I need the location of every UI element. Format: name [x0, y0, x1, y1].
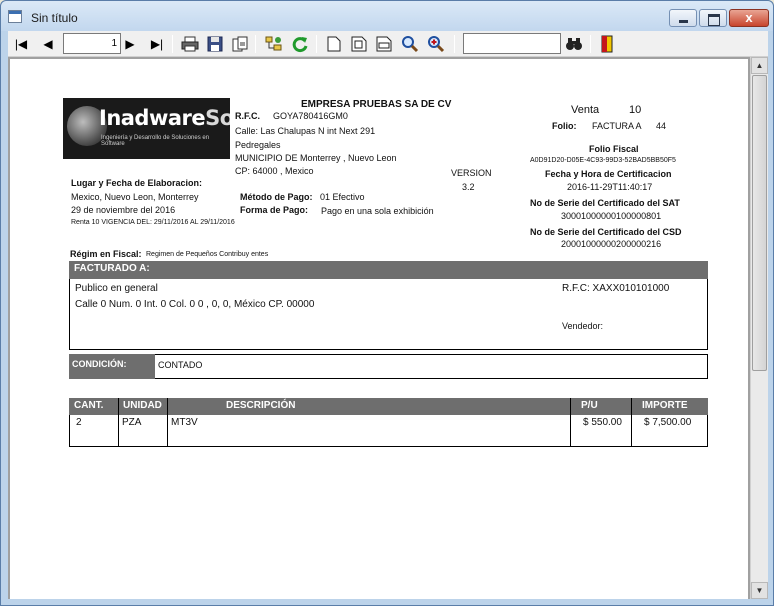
fiscal-folio-value: A0D91D20-D05E-4C93-99D3-52BAD5BB50F5 — [530, 157, 676, 164]
cert-date-value: 2016-11-29T11:40:17 — [567, 182, 653, 192]
binoculars-icon[interactable] — [564, 34, 584, 54]
seller-label: Vendedor: — [562, 321, 604, 331]
csd-serial-value: 20001000000200000216 — [561, 239, 662, 249]
street-address: Calle: Las Chalupas N int Next 291 — [235, 126, 376, 136]
condition-label: CONDICIÓN: — [69, 354, 155, 379]
row-unit-price: $ 550.00 — [583, 417, 622, 428]
minimize-button[interactable] — [669, 9, 697, 27]
fiscal-folio-label: Folio Fiscal — [589, 144, 639, 154]
company-name: EMPRESA PRUEBAS SA DE CV — [301, 99, 452, 110]
regime-label: Régim en Fiscal: — [70, 249, 142, 259]
first-page-icon[interactable]: |◀ — [11, 34, 31, 54]
municipality: MUNICIPIO DE Monterrey , Nuevo Leon — [235, 153, 397, 163]
page-width-icon[interactable] — [374, 34, 394, 54]
report-viewer-window: Sin título x |◀ ◀ 1 ▶ ▶| InadwareSo Inge… — [0, 0, 774, 606]
printer-icon[interactable] — [180, 34, 200, 54]
close-button[interactable]: x — [729, 9, 769, 27]
condition-value: CONTADO — [158, 360, 203, 370]
sale-label: Venta — [571, 104, 600, 116]
title-bar[interactable]: Sin título x — [1, 1, 773, 31]
maximize-button[interactable] — [699, 9, 727, 27]
row-description: MT3V — [171, 417, 198, 428]
invoice-page: InadwareSoft Ingeniería y Desarrollo de … — [10, 59, 748, 599]
single-page-icon[interactable] — [324, 34, 344, 54]
search-text-input[interactable] — [463, 33, 561, 54]
scroll-down-icon[interactable]: ▼ — [751, 582, 768, 599]
page-number-input[interactable]: 1 — [63, 33, 121, 54]
report-view-area: InadwareSoft Ingeniería y Desarrollo de … — [8, 57, 768, 599]
export-icon[interactable] — [230, 34, 250, 54]
row-unit: PZA — [122, 417, 142, 428]
folio-label: Folio: — [552, 121, 577, 131]
payment-method-value: 01 Efectivo — [320, 192, 365, 202]
refresh-icon[interactable] — [290, 34, 310, 54]
version-value: 3.2 — [462, 182, 475, 192]
date-value: 29 de noviembre del 2016 — [71, 205, 176, 215]
payment-form-value: Pago en una sola exhibición — [321, 206, 434, 216]
zoom-in-icon[interactable] — [426, 34, 446, 54]
place-value: Mexico, Nuevo Leon, Monterrey — [71, 192, 199, 202]
client-rfc: R.F.C: XAXX010101000 — [562, 283, 670, 294]
version-label: VERSION — [451, 168, 492, 178]
folio-type: FACTURA A — [592, 121, 642, 131]
row-qty: 2 — [76, 417, 82, 428]
validity-line: Renta 10 VIGENCIA DEL: 29/11/2016 AL 29/… — [71, 219, 235, 226]
folio-number: 44 — [656, 121, 667, 131]
place-label: Lugar y Fecha de Elaboracion: — [71, 178, 203, 188]
last-page-icon[interactable]: ▶| — [147, 34, 167, 54]
client-address: Calle 0 Num. 0 Int. 0 Col. 0 0 , 0, 0, M… — [75, 299, 315, 310]
neighborhood: Pedregales — [235, 140, 281, 150]
close-icon: x — [745, 10, 753, 25]
col-amount: IMPORTE — [642, 400, 688, 411]
payment-form-label: Forma de Pago: — [240, 205, 309, 215]
regime-value: Regimen de Pequeños Contribuy entes — [146, 251, 269, 258]
scroll-thumb[interactable] — [752, 75, 767, 371]
col-unit-price: P/U — [581, 400, 598, 411]
viewer-toolbar: |◀ ◀ 1 ▶ ▶| — [8, 31, 768, 57]
payment-method-label: Método de Pago: — [240, 192, 313, 202]
sat-serial-value: 30001000000100000801 — [561, 211, 662, 221]
sat-serial-label: No de Serie del Certificado del SAT — [530, 198, 680, 208]
two-page-icon[interactable] — [349, 34, 369, 54]
zoom-out-icon[interactable] — [400, 34, 420, 54]
sale-number: 10 — [629, 104, 642, 116]
csd-serial-label: No de Serie del Certificado del CSD — [530, 227, 682, 237]
postal-code: CP: 64000 , Mexico — [235, 166, 314, 176]
exit-door-icon[interactable] — [597, 34, 617, 54]
rfc-label: R.F.C. — [235, 111, 261, 121]
col-unit: UNIDAD — [123, 400, 162, 411]
col-qty: CANT. — [74, 400, 104, 411]
col-description: DESCRIPCIÓN — [226, 400, 296, 411]
company-logo: InadwareSoft Ingeniería y Desarrollo de … — [63, 98, 230, 159]
row-amount: $ 7,500.00 — [644, 417, 692, 428]
scroll-up-icon[interactable]: ▲ — [751, 57, 768, 74]
save-icon[interactable] — [205, 34, 225, 54]
billed-to-header: FACTURADO A: — [69, 261, 708, 279]
window-icon — [8, 10, 22, 23]
vertical-scrollbar[interactable]: ▲ ▼ — [750, 57, 768, 599]
client-name: Publico en general — [75, 283, 158, 294]
items-header-bar — [69, 398, 708, 415]
next-page-icon[interactable]: ▶ — [120, 34, 140, 54]
rfc-value: GOYA780416GM0 — [273, 111, 348, 121]
cert-date-label: Fecha y Hora de Certificacion — [545, 169, 672, 179]
window-title: Sin título — [31, 11, 78, 25]
group-tree-icon[interactable] — [264, 34, 284, 54]
previous-page-icon[interactable]: ◀ — [38, 34, 58, 54]
